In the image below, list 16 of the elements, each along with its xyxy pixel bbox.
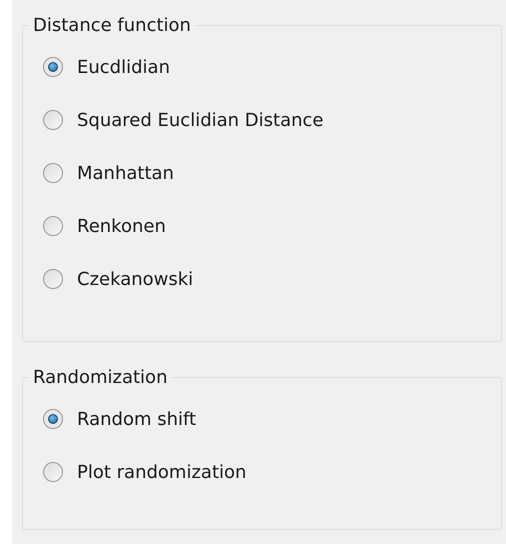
radio-button[interactable] xyxy=(43,163,63,183)
radio-button[interactable] xyxy=(43,216,63,236)
option-label: Random shift xyxy=(77,408,196,432)
option-label: Czekanowski xyxy=(77,268,194,292)
option-label: Renkonen xyxy=(77,214,166,238)
radio-button[interactable] xyxy=(43,110,63,130)
option-label: Manhattan xyxy=(77,162,174,186)
group-title: Distance function xyxy=(32,14,192,38)
option-label: Squared Euclidian Distance xyxy=(77,108,324,132)
option-label: Eucdlidian xyxy=(77,56,170,80)
option-label: Plot randomization xyxy=(77,460,246,484)
radio-button[interactable] xyxy=(43,269,63,289)
radio-button[interactable] xyxy=(43,462,63,482)
radio-button[interactable] xyxy=(43,57,63,77)
radio-button[interactable] xyxy=(43,409,63,429)
group-title: Randomization xyxy=(32,366,168,390)
